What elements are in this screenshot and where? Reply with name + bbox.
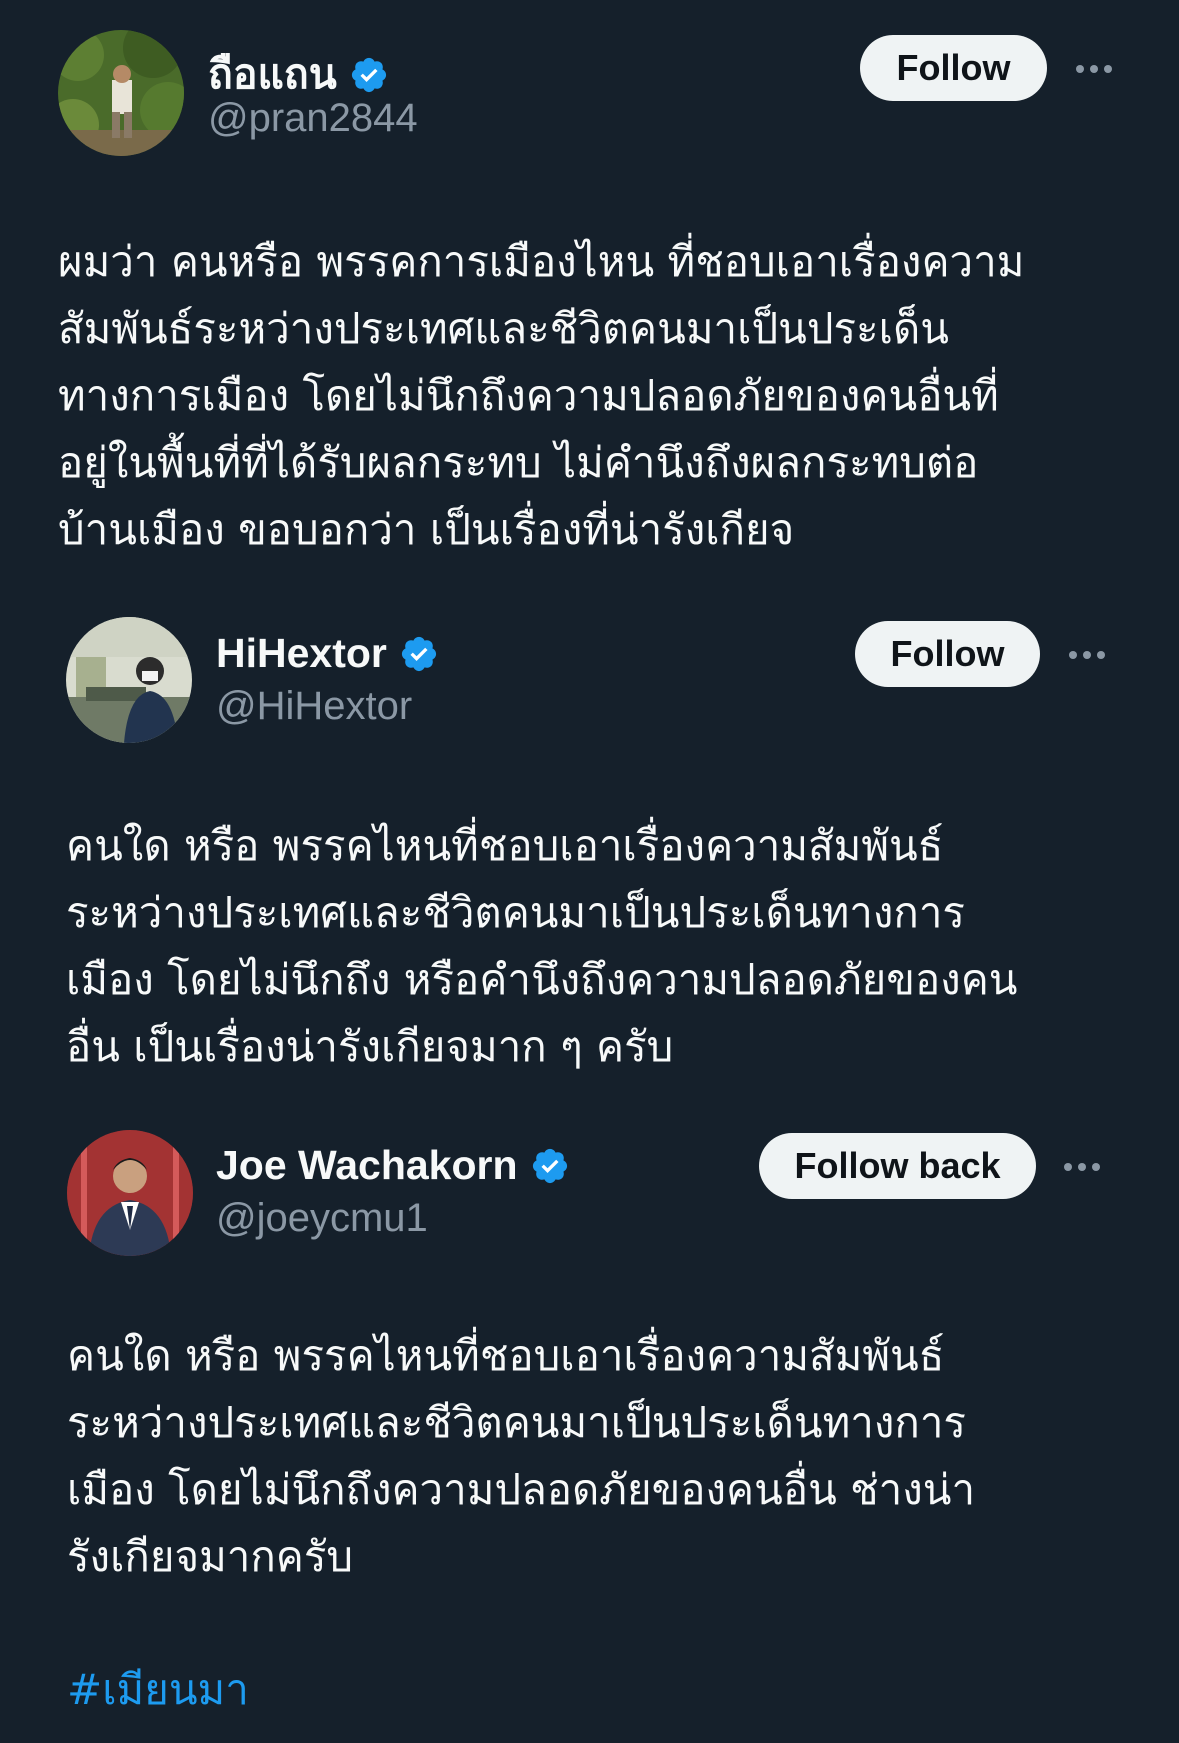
post-3: Joe Wachakorn @joeycmu1 Follow back คนใด… bbox=[0, 0, 1179, 1743]
display-name[interactable]: Joe Wachakorn bbox=[216, 1142, 518, 1189]
follow-back-button[interactable]: Follow back bbox=[759, 1133, 1036, 1199]
post-text: คนใด หรือ พรรคไหนที่ชอบเอาเรื่องความสัมพ… bbox=[67, 1331, 976, 1581]
verified-badge-icon bbox=[532, 1148, 567, 1183]
more-options-icon[interactable] bbox=[1064, 1157, 1100, 1177]
hashtag-link[interactable]: #เมียนมา bbox=[67, 1657, 249, 1723]
handle[interactable]: @joeycmu1 bbox=[216, 1196, 428, 1241]
avatar[interactable] bbox=[67, 1130, 193, 1256]
post-feed: ถือแถน @pran2844 Follow ผมว่า คนหรือ พรร… bbox=[0, 0, 1179, 1743]
